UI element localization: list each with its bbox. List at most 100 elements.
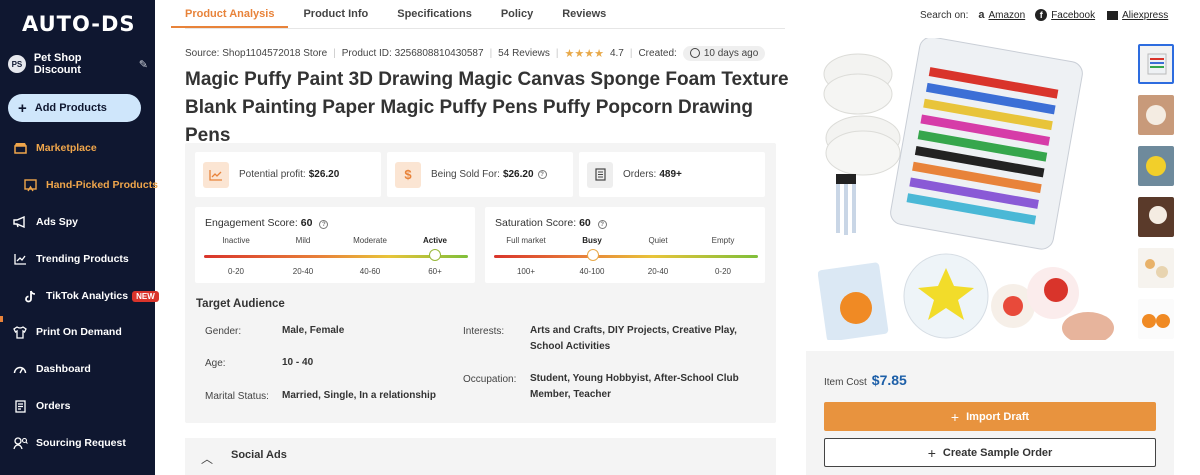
facebook-icon: f <box>1035 9 1048 21</box>
sidebar-item-label: Orders <box>36 400 71 412</box>
tab-reviews[interactable]: Reviews <box>562 0 606 28</box>
sidebar-item-tiktok[interactable]: TikTok Analytics NEW <box>22 286 159 306</box>
import-draft-button[interactable]: + Import Draft <box>824 402 1156 431</box>
handpicked-icon <box>22 177 38 193</box>
sidebar-item-trending[interactable]: Trending Products <box>12 249 129 269</box>
import-draft-label: Import Draft <box>966 410 1030 423</box>
edit-pencil-icon[interactable]: ✎ <box>139 58 148 71</box>
sidebar-item-label: Marketplace <box>36 142 97 154</box>
interests-value: Arts and Crafts, DIY Projects, Creative … <box>530 325 737 336</box>
thumbnail-1[interactable] <box>1138 44 1174 84</box>
orders-value: 489+ <box>659 169 682 180</box>
trend-chart-icon <box>12 251 28 267</box>
engagement-range: 0-20 <box>227 267 244 276</box>
store-name: Pet Shop Discount <box>33 52 82 76</box>
plus-icon: + <box>950 408 960 425</box>
price-panel: Item Cost $7.85 + Import Draft + Create … <box>806 351 1174 475</box>
saturation-range: 0-20 <box>714 267 731 276</box>
add-products-button[interactable]: + Add Products <box>8 94 141 122</box>
thumbnail-strip <box>1138 44 1176 350</box>
thumbnail-2[interactable] <box>1138 95 1174 135</box>
occupation-label: Occupation: <box>463 374 517 385</box>
sold-label: Being Sold For: <box>431 169 500 180</box>
megaphone-icon <box>12 214 28 230</box>
saturation-range: 40-100 <box>579 267 605 276</box>
engagement-level-active: Active <box>422 236 447 245</box>
sidebar-item-ads-spy[interactable]: Ads Spy <box>12 212 78 232</box>
sidebar-item-label: Print On Demand <box>36 326 122 338</box>
product-main-image[interactable] <box>817 36 1123 344</box>
rating-value: 4.7 <box>609 47 624 59</box>
saturation-level: Quiet <box>648 236 668 245</box>
sidebar-item-print-on-demand[interactable]: Print On Demand <box>12 322 122 342</box>
help-icon[interactable]: ? <box>537 170 547 179</box>
engagement-range: 20-40 <box>292 267 314 276</box>
item-cost-label: Item Cost <box>824 377 867 388</box>
occupation-value-cont: Member, Teacher <box>530 389 611 400</box>
sold-value: $26.20 <box>502 169 534 180</box>
tiktok-icon <box>22 288 38 304</box>
social-ads-label: Social Ads <box>231 449 287 461</box>
autods-logo[interactable]: AUTO-DS <box>22 12 136 36</box>
store-selector[interactable]: PS Pet Shop Discount ✎ <box>8 52 148 76</box>
store-avatar: PS <box>8 55 26 73</box>
engagement-score-card: Engagement Score: 60 ? Inactive Mild Mod… <box>195 207 475 283</box>
sidebar-item-dashboard[interactable]: Dashboard <box>12 359 91 379</box>
source-store: Source: Shop1104572018 Store <box>185 47 328 59</box>
age-value: 10 - 40 <box>282 357 314 368</box>
sidebar-item-hand-picked[interactable]: Hand-Picked Products <box>22 175 158 195</box>
sidebar-item-orders[interactable]: Orders <box>12 396 70 416</box>
thumbnail-5[interactable] <box>1138 248 1174 288</box>
create-sample-order-button[interactable]: + Create Sample Order <box>824 438 1156 467</box>
thumbnail-3[interactable] <box>1138 146 1174 186</box>
new-badge: NEW <box>132 290 159 302</box>
review-count: 54 Reviews <box>498 47 550 59</box>
tabs-divider <box>185 28 785 29</box>
tab-policy[interactable]: Policy <box>501 0 533 28</box>
potential-profit-card: Potential profit: $26.20 <box>195 152 381 197</box>
tab-specifications[interactable]: Specifications <box>397 0 472 28</box>
product-meta: Source: Shop1104572018 Store | Product I… <box>185 44 766 62</box>
saturation-level: Empty <box>711 236 735 245</box>
sidebar-item-label: Trending Products <box>36 253 129 265</box>
created-label: Created: <box>638 47 677 59</box>
saturation-level-active: Busy <box>582 236 602 245</box>
orders-icon <box>12 398 28 414</box>
star-rating-icon: ★★★★ <box>564 47 604 60</box>
amazon-icon: a <box>978 9 985 21</box>
profit-value: $26.20 <box>308 169 340 180</box>
orders-label: Orders: <box>623 169 657 180</box>
chevron-up-icon[interactable]: ︿ <box>201 450 213 467</box>
help-icon[interactable]: ? <box>597 220 607 229</box>
engagement-level: Mild <box>295 236 311 245</box>
thumbnail-4[interactable] <box>1138 197 1174 237</box>
engagement-value: 60 <box>300 217 313 229</box>
item-cost: Item Cost $7.85 <box>824 372 907 388</box>
tab-product-info[interactable]: Product Info <box>303 0 368 28</box>
thumbnail-6[interactable] <box>1138 299 1174 339</box>
saturation-title: Saturation Score: 60 ? <box>495 217 607 229</box>
profit-trend-icon <box>203 161 229 188</box>
facebook-link[interactable]: Facebook <box>1051 10 1095 21</box>
sidebar-item-sourcing[interactable]: Sourcing Request <box>12 433 126 453</box>
sidebar-item-marketplace[interactable]: Marketplace <box>12 138 97 158</box>
engagement-title: Engagement Score: 60 ? <box>205 217 329 229</box>
dollar-icon: $ <box>395 161 421 188</box>
gender-value: Male, Female <box>282 325 345 336</box>
saturation-knob <box>587 249 599 261</box>
sidebar-item-label: Ads Spy <box>36 216 79 228</box>
amazon-link[interactable]: Amazon <box>989 10 1026 21</box>
marital-label: Marital Status: <box>205 391 269 402</box>
aliexpress-link[interactable]: Aliexpress <box>1122 10 1168 21</box>
social-ads-panel[interactable]: ︿ Social Ads <box>185 438 776 475</box>
sourcing-icon <box>12 435 28 451</box>
gender-label: Gender: <box>205 326 242 337</box>
item-cost-value: $7.85 <box>871 372 907 388</box>
sidebar-marker <box>0 316 3 322</box>
engagement-level: Moderate <box>353 236 387 245</box>
receipt-icon <box>587 161 613 188</box>
profit-label: Potential profit: <box>239 169 306 180</box>
saturation-bar <box>494 255 758 258</box>
tab-product-analysis[interactable]: Product Analysis <box>171 0 289 28</box>
help-icon[interactable]: ? <box>319 220 329 229</box>
